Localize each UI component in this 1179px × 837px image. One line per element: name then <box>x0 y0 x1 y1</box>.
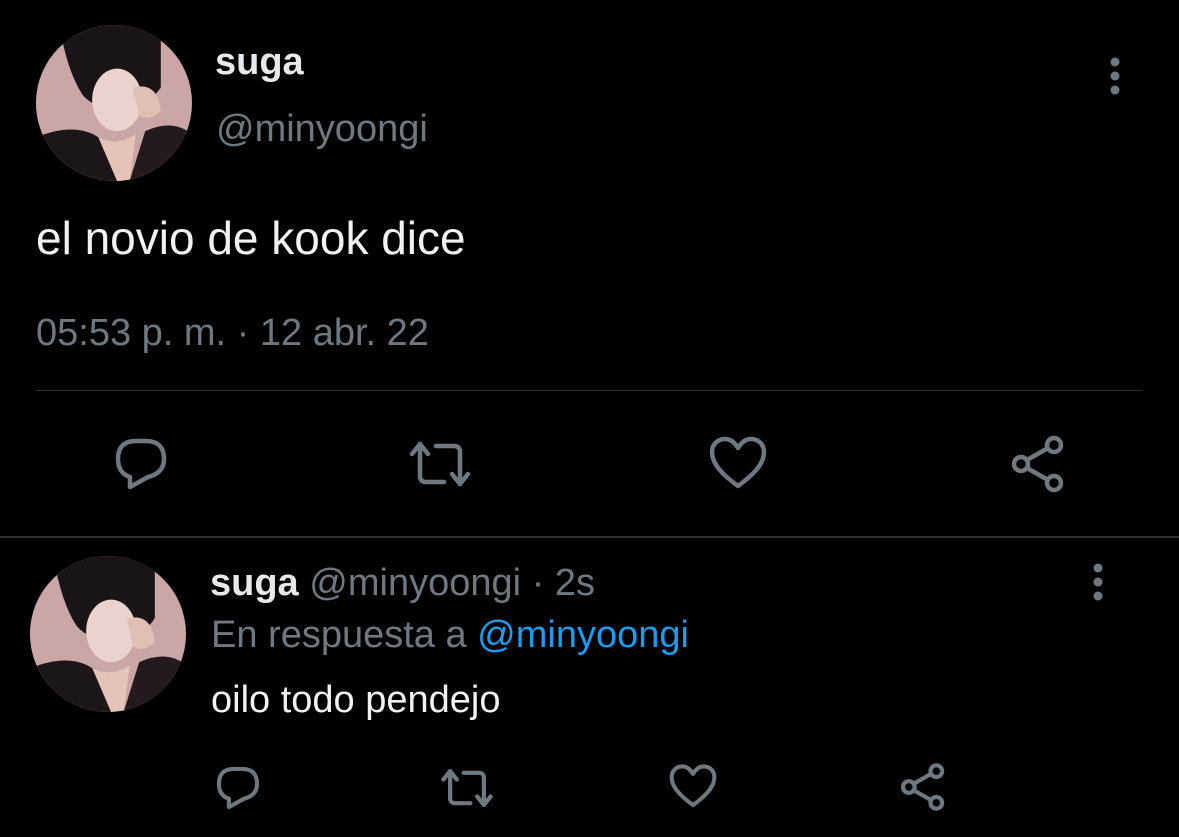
share-icon[interactable] <box>1008 434 1068 494</box>
tweet-text: el novio de kook dice <box>36 212 466 264</box>
retweet-icon[interactable] <box>440 766 494 810</box>
avatar-image <box>30 556 186 712</box>
reply-icon[interactable] <box>112 435 170 493</box>
reply-user-handle[interactable]: @minyoongi <box>309 562 521 604</box>
time-separator: · <box>531 562 545 604</box>
reply-text: oilo todo pendejo <box>211 679 501 721</box>
in-reply-to: En respuesta a @minyoongi <box>211 612 689 658</box>
share-icon[interactable] <box>898 762 948 812</box>
user-handle[interactable]: @minyoongi <box>216 107 428 151</box>
display-name[interactable]: suga <box>215 40 304 84</box>
avatar[interactable] <box>36 25 192 181</box>
reply-time[interactable]: 2s <box>555 562 595 604</box>
in-reply-handle-link[interactable]: @minyoongi <box>477 614 689 656</box>
reply-avatar[interactable] <box>30 556 186 712</box>
like-icon[interactable] <box>708 436 768 492</box>
divider <box>36 390 1142 391</box>
avatar-image <box>36 25 192 181</box>
reply-icon[interactable] <box>214 764 262 812</box>
retweet-icon[interactable] <box>408 438 472 490</box>
more-vertical-icon[interactable] <box>1101 56 1129 96</box>
reply-header: suga @minyoongi · 2s <box>210 560 595 606</box>
section-divider <box>0 536 1179 538</box>
reply-display-name[interactable]: suga <box>210 562 299 604</box>
more-vertical-icon[interactable] <box>1084 562 1112 602</box>
tweet-timestamp[interactable]: 05:53 p. m. · 12 abr. 22 <box>36 310 429 356</box>
in-reply-prefix: En respuesta a <box>211 614 467 656</box>
like-icon[interactable] <box>668 764 718 810</box>
